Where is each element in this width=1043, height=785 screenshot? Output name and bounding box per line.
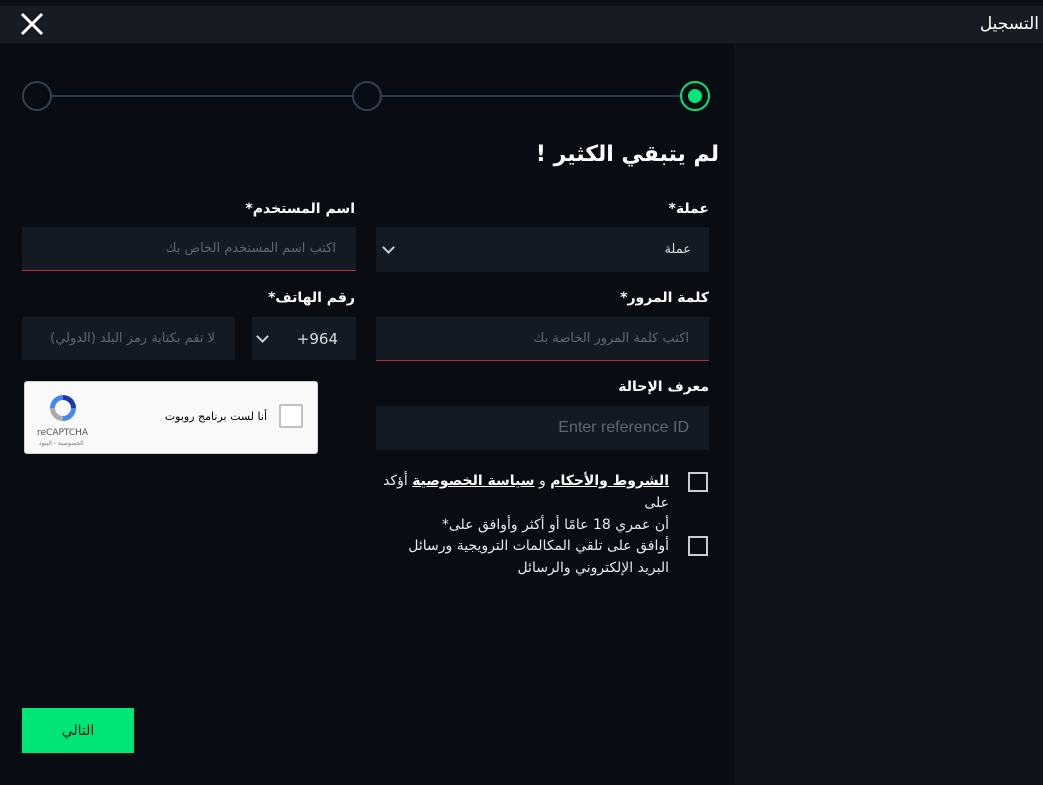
promo-text: أوافق على تلقي المكالمات الترويجية ورسائ… bbox=[369, 535, 669, 579]
recaptcha-links[interactable]: الخصوصية - البنود bbox=[39, 440, 84, 447]
username-label: اسم المستخدم* bbox=[245, 201, 355, 217]
referral-label: معرف الإحالة bbox=[618, 379, 709, 395]
promo-line1: أوافق على تلقي المكالمات الترويجية ورسائ… bbox=[408, 538, 669, 554]
step-2 bbox=[352, 81, 382, 111]
page-title: التسجيل bbox=[979, 14, 1039, 34]
side-pane bbox=[734, 43, 1043, 785]
password-label: كلمة المرور* bbox=[620, 290, 709, 306]
country-code-value: +964 bbox=[296, 330, 338, 348]
terms-text: الشروط والأحكام و سياسة الخصوصية أؤكد عل… bbox=[369, 470, 669, 536]
referral-input[interactable] bbox=[376, 406, 709, 450]
phone-input[interactable] bbox=[22, 317, 235, 360]
step-connector bbox=[50, 95, 352, 97]
chevron-down-icon bbox=[382, 241, 395, 254]
terms-checkbox[interactable] bbox=[688, 472, 708, 492]
phone-label: رقم الهاتف* bbox=[268, 290, 355, 306]
terms-and: و bbox=[538, 473, 546, 489]
chevron-down-icon bbox=[256, 330, 269, 343]
step-3 bbox=[22, 81, 52, 111]
progress-stepper bbox=[22, 81, 710, 111]
password-input[interactable] bbox=[376, 317, 709, 361]
promo-checkbox[interactable] bbox=[688, 536, 708, 556]
recaptcha-icon bbox=[50, 395, 76, 421]
registration-header: التسجيل bbox=[0, 6, 1043, 43]
recaptcha-label: أنا لست برنامج روبوت bbox=[164, 410, 267, 423]
promo-line2: البريد الإلكتروني والرسائل bbox=[517, 560, 669, 576]
recaptcha-brand: reCAPTCHA bbox=[37, 428, 89, 438]
terms-link[interactable]: الشروط والأحكام bbox=[550, 473, 669, 489]
form-heading: لم يتبقي الكثير ! bbox=[535, 142, 719, 167]
step-connector bbox=[380, 95, 680, 97]
currency-label: عملة* bbox=[668, 201, 709, 217]
currency-value: عملة bbox=[664, 242, 691, 257]
currency-select[interactable]: عملة bbox=[376, 227, 709, 272]
country-code-select[interactable]: +964 bbox=[252, 317, 356, 360]
next-button[interactable]: التالي bbox=[22, 708, 134, 753]
recaptcha-widget: أنا لست برنامج روبوت reCAPTCHA الخصوصية … bbox=[24, 381, 318, 454]
recaptcha-checkbox[interactable] bbox=[279, 404, 303, 428]
terms-line2: أن عمري 18 عامًا أو أكثر وأوافق على* bbox=[441, 517, 669, 533]
privacy-link[interactable]: سياسة الخصوصية bbox=[412, 473, 534, 489]
step-1-current bbox=[680, 81, 710, 111]
username-input[interactable] bbox=[22, 227, 356, 271]
close-icon[interactable] bbox=[18, 10, 46, 38]
